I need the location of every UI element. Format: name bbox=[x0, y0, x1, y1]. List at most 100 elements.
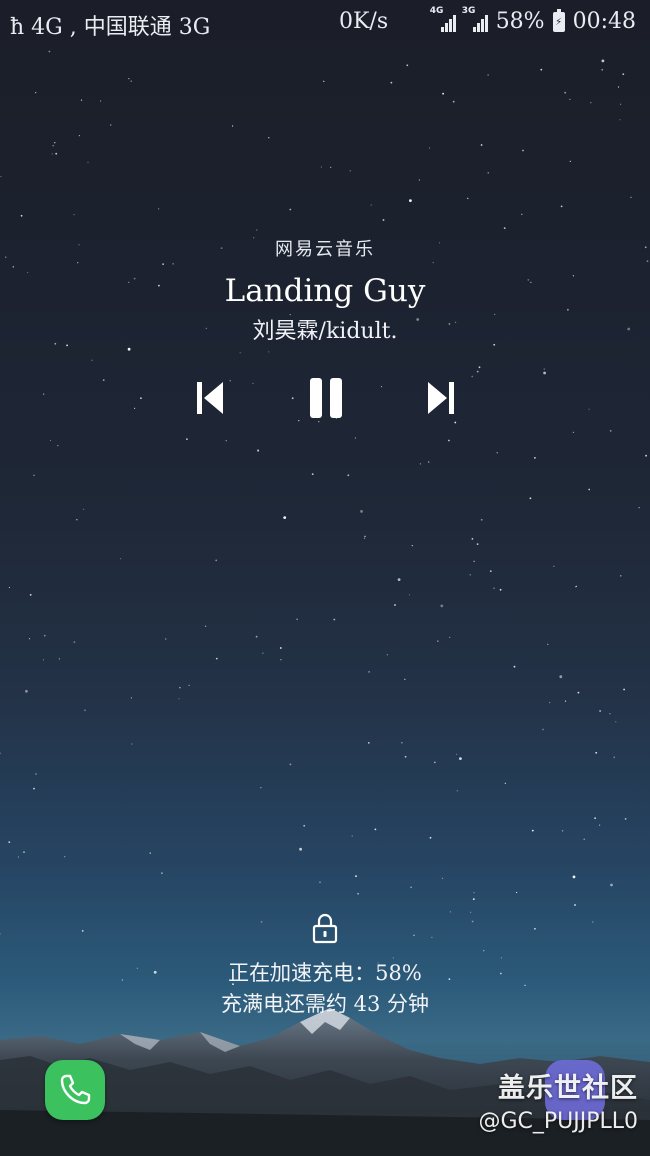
star bbox=[289, 763, 292, 766]
star bbox=[547, 643, 549, 646]
star bbox=[531, 829, 534, 832]
star bbox=[521, 213, 523, 215]
status-icons: 4G 3G 58% ⚡ 00:48 bbox=[430, 6, 636, 35]
star bbox=[569, 160, 571, 162]
star bbox=[442, 92, 444, 95]
star bbox=[394, 604, 396, 606]
star bbox=[33, 787, 35, 790]
star bbox=[622, 73, 625, 76]
star bbox=[431, 936, 433, 939]
star bbox=[449, 911, 451, 913]
star bbox=[489, 570, 492, 572]
network-speed: 0K/s bbox=[339, 9, 389, 34]
star bbox=[363, 537, 365, 540]
star bbox=[311, 473, 314, 475]
star bbox=[397, 578, 401, 581]
star bbox=[357, 892, 359, 895]
star bbox=[351, 835, 353, 837]
star bbox=[28, 638, 31, 640]
star bbox=[476, 543, 479, 545]
star bbox=[188, 684, 190, 686]
star bbox=[471, 538, 474, 540]
star bbox=[35, 773, 37, 775]
star bbox=[575, 586, 577, 588]
star bbox=[619, 119, 621, 121]
star bbox=[476, 370, 479, 373]
previous-button[interactable] bbox=[185, 374, 235, 422]
star bbox=[84, 709, 86, 712]
star bbox=[449, 636, 451, 639]
star bbox=[239, 352, 241, 354]
star bbox=[355, 875, 357, 878]
star bbox=[58, 658, 61, 660]
song-artist: 刘昊霖/kidult. bbox=[252, 319, 398, 344]
phone-shortcut-button[interactable] bbox=[45, 1060, 105, 1120]
star bbox=[289, 208, 292, 211]
music-app-name: 网易云音乐 bbox=[275, 239, 375, 260]
music-widget: 网易云音乐 Landing Guy 刘昊霖/kidult. bbox=[0, 235, 650, 345]
star bbox=[20, 214, 23, 217]
star bbox=[630, 196, 632, 198]
star bbox=[592, 921, 594, 923]
star bbox=[8, 586, 10, 589]
star bbox=[601, 68, 604, 71]
star bbox=[467, 197, 469, 199]
star bbox=[437, 640, 439, 642]
star bbox=[130, 697, 132, 699]
next-icon bbox=[428, 382, 454, 414]
star bbox=[29, 594, 32, 596]
star bbox=[128, 78, 130, 80]
star bbox=[256, 229, 258, 231]
next-button[interactable] bbox=[416, 374, 466, 422]
star bbox=[428, 147, 431, 149]
star bbox=[178, 698, 180, 700]
star bbox=[456, 753, 458, 755]
star bbox=[456, 790, 458, 792]
star bbox=[404, 755, 407, 758]
star bbox=[119, 558, 122, 560]
star bbox=[480, 518, 483, 521]
star bbox=[559, 675, 563, 679]
star bbox=[323, 80, 325, 82]
star bbox=[529, 497, 532, 500]
star bbox=[623, 688, 625, 691]
signal-3g-icon: 3G bbox=[462, 6, 488, 32]
star bbox=[601, 59, 605, 63]
star bbox=[564, 91, 567, 94]
star bbox=[429, 836, 432, 839]
star bbox=[620, 575, 622, 577]
star bbox=[25, 689, 28, 693]
star bbox=[54, 142, 56, 144]
star bbox=[459, 757, 462, 760]
star bbox=[33, 474, 35, 476]
star bbox=[370, 204, 372, 206]
star bbox=[543, 368, 545, 370]
star bbox=[441, 877, 444, 879]
star bbox=[0, 752, 1, 754]
star bbox=[367, 742, 370, 744]
star bbox=[564, 700, 567, 702]
star bbox=[299, 847, 302, 851]
star bbox=[471, 920, 474, 923]
star bbox=[205, 625, 207, 627]
pause-button[interactable] bbox=[301, 374, 351, 422]
star bbox=[0, 175, 2, 178]
star bbox=[478, 366, 481, 369]
star bbox=[560, 205, 563, 208]
star bbox=[279, 647, 282, 649]
star bbox=[364, 535, 366, 538]
star bbox=[91, 359, 93, 361]
star bbox=[472, 898, 475, 900]
carrier-text: ħ 4G , 中国联通 3G bbox=[10, 15, 211, 40]
signal1-label: 4G bbox=[429, 5, 444, 16]
star bbox=[268, 137, 270, 139]
star bbox=[57, 445, 59, 447]
star bbox=[78, 135, 80, 137]
charging-line-2: 充满电还需约 43 分钟 bbox=[220, 992, 430, 1016]
star bbox=[100, 100, 102, 102]
star bbox=[296, 618, 298, 620]
star bbox=[320, 166, 322, 168]
star bbox=[516, 891, 518, 894]
lock-icon[interactable] bbox=[309, 912, 341, 944]
signal-4g-icon: 4G bbox=[430, 6, 456, 32]
